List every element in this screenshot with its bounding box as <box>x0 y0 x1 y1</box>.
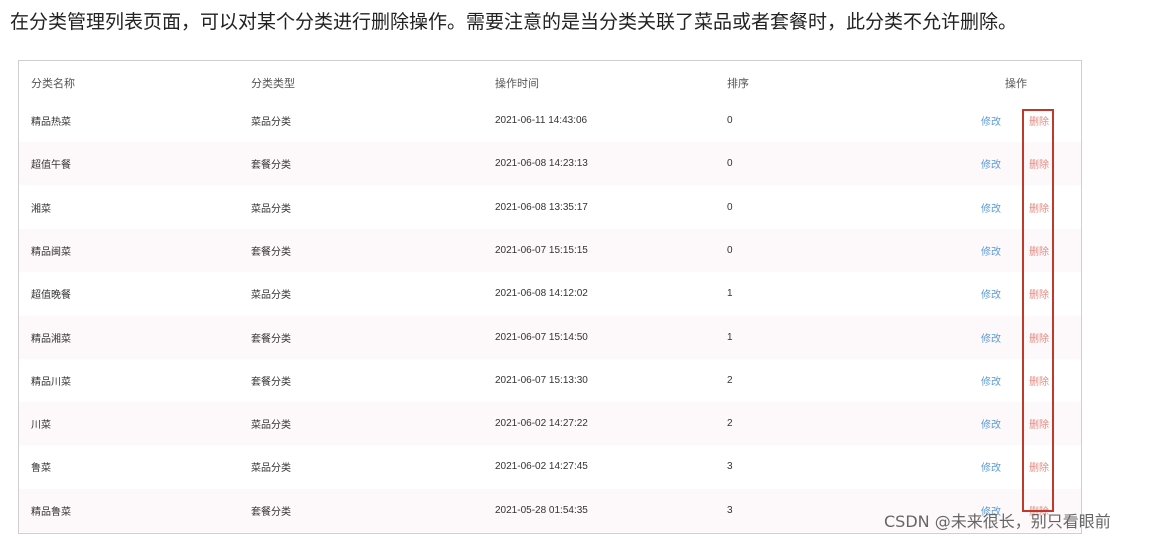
category-name-cell: 精品鲁菜 <box>31 506 71 518</box>
edit-link[interactable]: 修改 <box>981 445 1001 488</box>
delete-link[interactable]: 删除 <box>1029 142 1049 185</box>
operation-time-cell: 2021-06-08 14:12:02 <box>495 288 588 300</box>
table-row: 超值晚餐 菜品分类 2021-06-08 14:12:02 1 修改 删除 <box>19 272 1081 315</box>
category-type-cell: 菜品分类 <box>251 463 291 475</box>
category-type-cell: 套餐分类 <box>251 506 291 518</box>
category-type-cell: 菜品分类 <box>251 290 291 302</box>
operation-time-cell: 2021-06-07 15:13:30 <box>495 374 588 386</box>
table-row: 精品川菜 套餐分类 2021-06-07 15:13:30 2 修改 删除 <box>19 359 1081 402</box>
operation-time-cell: 2021-06-07 15:15:15 <box>495 244 588 256</box>
table-row: 精品热菜 菜品分类 2021-06-11 14:43:06 0 修改 删除 <box>19 99 1081 142</box>
sort-cell: 0 <box>727 158 733 170</box>
operation-time-cell: 2021-06-08 13:35:17 <box>495 201 588 213</box>
edit-link[interactable]: 修改 <box>981 142 1001 185</box>
category-name-cell: 精品湘菜 <box>31 333 71 345</box>
sort-cell: 2 <box>727 418 733 430</box>
edit-link[interactable]: 修改 <box>981 229 1001 272</box>
operation-time-cell: 2021-06-02 14:27:45 <box>495 461 588 473</box>
delete-link[interactable]: 删除 <box>1029 272 1049 315</box>
table-row: 超值午餐 套餐分类 2021-06-08 14:23:13 0 修改 删除 <box>19 142 1081 186</box>
operation-time-cell: 2021-06-08 14:23:13 <box>495 158 588 170</box>
category-type-cell: 菜品分类 <box>251 420 291 432</box>
category-type-cell: 菜品分类 <box>251 117 291 128</box>
table-row: 精品湘菜 套餐分类 2021-06-07 15:14:50 1 修改 删除 <box>19 315 1081 359</box>
category-type-cell: 套餐分类 <box>251 376 291 388</box>
operation-time-cell: 2021-06-07 15:14:50 <box>495 331 588 343</box>
delete-link[interactable]: 删除 <box>1029 402 1049 445</box>
sort-cell: 1 <box>727 288 733 300</box>
category-name-cell: 鲁菜 <box>31 463 51 475</box>
sort-cell: 0 <box>727 201 733 213</box>
edit-link[interactable]: 修改 <box>981 359 1001 402</box>
category-name-cell: 川菜 <box>31 420 51 432</box>
delete-link[interactable]: 删除 <box>1029 99 1049 142</box>
delete-link[interactable]: 删除 <box>1029 186 1049 229</box>
category-name-cell: 超值晚餐 <box>31 290 71 302</box>
category-type-cell: 菜品分类 <box>251 203 291 215</box>
category-type-cell: 套餐分类 <box>251 160 291 172</box>
edit-link[interactable]: 修改 <box>981 316 1001 359</box>
table-row: 精品闽菜 套餐分类 2021-06-07 15:15:15 0 修改 删除 <box>19 228 1081 272</box>
sort-cell: 3 <box>727 461 733 473</box>
sort-cell: 0 <box>727 115 733 126</box>
category-table: 分类名称 分类类型 操作时间 排序 操作 精品热菜 菜品分类 2021-06-11 … <box>18 60 1082 534</box>
table-row: 鲁菜 菜品分类 2021-06-02 14:27:45 3 修改 删除 <box>19 445 1081 488</box>
category-name-cell: 精品闽菜 <box>31 246 71 258</box>
sort-cell: 1 <box>727 331 733 343</box>
edit-link[interactable]: 修改 <box>981 186 1001 229</box>
intro-text: 在分类管理列表页面，可以对某个分类进行删除操作。需要注意的是当分类关联了菜品或者… <box>10 11 1018 33</box>
delete-link[interactable]: 删除 <box>1029 359 1049 402</box>
sort-cell: 3 <box>727 504 733 516</box>
sort-cell: 0 <box>727 244 733 256</box>
category-name-cell: 精品川菜 <box>31 376 71 388</box>
operation-time-cell: 2021-06-11 14:43:06 <box>495 115 588 126</box>
delete-link[interactable]: 删除 <box>1029 445 1049 488</box>
category-type-cell: 套餐分类 <box>251 246 291 258</box>
edit-link[interactable]: 修改 <box>981 402 1001 445</box>
delete-link[interactable]: 删除 <box>1029 229 1049 272</box>
watermark: CSDN @未来很长，别只看眼前 <box>884 512 1111 531</box>
edit-link[interactable]: 修改 <box>981 99 1001 142</box>
operation-time-cell: 2021-06-02 14:27:22 <box>495 418 588 430</box>
category-name-cell: 精品热菜 <box>31 117 71 128</box>
category-name-cell: 湘菜 <box>31 203 51 215</box>
category-name-cell: 超值午餐 <box>31 160 71 172</box>
sort-cell: 2 <box>727 374 733 386</box>
delete-link[interactable]: 删除 <box>1029 316 1049 359</box>
table-row: 川菜 菜品分类 2021-06-02 14:27:22 2 修改 删除 <box>19 402 1081 446</box>
table-row: 湘菜 菜品分类 2021-06-08 13:35:17 0 修改 删除 <box>19 186 1081 229</box>
edit-link[interactable]: 修改 <box>981 272 1001 315</box>
category-type-cell: 套餐分类 <box>251 333 291 345</box>
operation-time-cell: 2021-05-28 01:54:35 <box>495 504 588 516</box>
